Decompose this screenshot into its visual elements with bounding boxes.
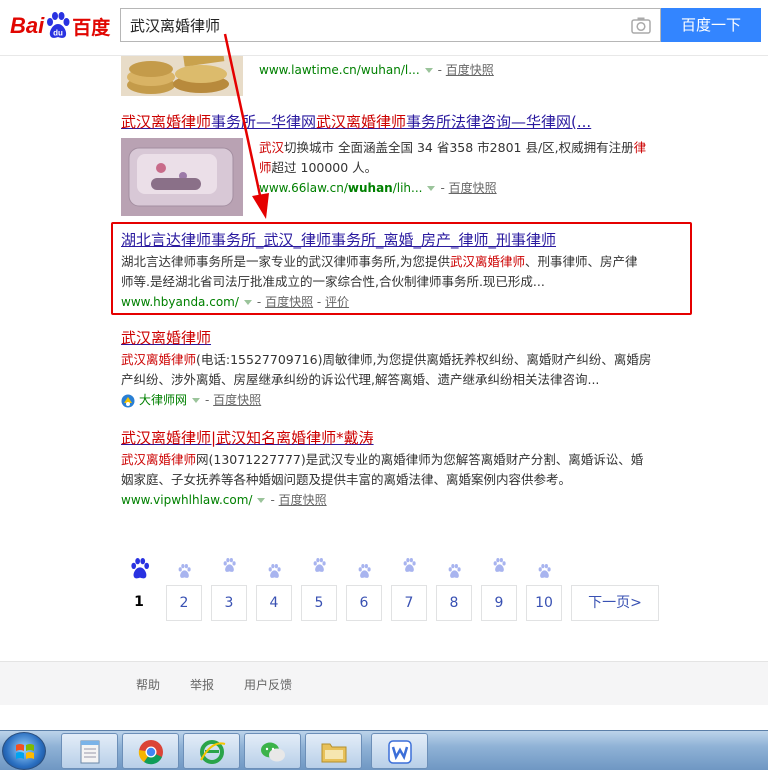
notepad-icon[interactable] — [61, 733, 118, 769]
site-favicon-icon — [121, 394, 135, 408]
result-title[interactable]: 湖北言达律师事务所_武汉_律师事务所_离婚_房产_律师_刑事律师 — [121, 230, 666, 250]
windows-taskbar — [0, 730, 768, 770]
result-description: 武汉切换城市 全面涵盖全国 34 省358 市2801 县/区,权威拥有注册律 … — [259, 140, 647, 175]
page-link[interactable]: 6 — [346, 585, 382, 621]
page-link[interactable]: 7 — [391, 585, 427, 621]
page-link[interactable]: 8 — [436, 585, 472, 621]
result-item: 武汉离婚律师事务所—华律网武汉离婚律师事务所法律咨询—华律网(... — [121, 112, 591, 132]
page-link[interactable]: 5 — [301, 585, 337, 621]
camera-icon[interactable] — [631, 16, 651, 34]
dropdown-caret-icon[interactable] — [424, 67, 433, 73]
baidu-paw-icon: du — [45, 12, 71, 40]
result-item-highlighted: 湖北言达律师事务所_武汉_律师事务所_离婚_房产_律师_刑事律师 湖北言达律师事… — [121, 230, 666, 312]
search-input[interactable] — [121, 9, 616, 41]
result-source[interactable]: 大律师网 - 百度快照 — [121, 390, 666, 410]
result-url-text[interactable]: www.lawtime.cn/wuhan/l... — [259, 63, 420, 77]
dropdown-caret-icon[interactable] — [427, 185, 436, 191]
paw-icon — [493, 558, 506, 572]
paw-icon — [403, 558, 416, 572]
result-description: 湖北言达律师事务所是一家专业的武汉律师事务所,为您提供武汉离婚律师、刑事律师、房… — [121, 254, 638, 289]
result-title[interactable]: 武汉离婚律师 — [121, 328, 666, 348]
page-link[interactable]: 10 — [526, 585, 562, 621]
pagination-paws — [0, 558, 768, 582]
snapshot-link[interactable]: 百度快照 — [265, 295, 313, 309]
next-page-button[interactable]: 下一页> — [571, 585, 659, 621]
page-link[interactable]: 4 — [256, 585, 292, 621]
page-current: 1 — [121, 585, 157, 621]
wps-icon[interactable] — [371, 733, 428, 769]
ie-icon[interactable] — [183, 733, 240, 769]
result-url[interactable]: www.lawtime.cn/wuhan/l... - 百度快照 — [259, 60, 494, 80]
result-title[interactable]: 武汉离婚律师|武汉知名离婚律师*戴涛 — [121, 428, 666, 448]
pagination: 1 2 3 4 5 6 7 8 9 10 下一页> — [0, 585, 768, 621]
paw-icon — [358, 564, 371, 578]
snapshot-link[interactable]: 百度快照 — [213, 393, 261, 407]
result-url[interactable]: www.hbyanda.com/- 百度快照 - 评价 — [121, 292, 666, 312]
snapshot-link[interactable]: 百度快照 — [449, 181, 497, 195]
chrome-icon[interactable] — [122, 733, 179, 769]
footer-feedback-link[interactable]: 用户反馈 — [244, 676, 292, 693]
wechat-icon[interactable] — [244, 733, 301, 769]
result-title[interactable]: 武汉离婚律师事务所—华律网武汉离婚律师事务所法律咨询—华律网(... — [121, 112, 591, 132]
result-description: 武汉离婚律师网(13071227777)是武汉专业的离婚律师为您解答离婚财产分割… — [121, 452, 644, 487]
page-link[interactable]: 9 — [481, 585, 517, 621]
search-box — [120, 8, 661, 42]
dropdown-caret-icon[interactable] — [243, 299, 252, 305]
result-item: 武汉离婚律师|武汉知名离婚律师*戴涛 武汉离婚律师网(13071227777)是… — [121, 428, 666, 510]
search-button[interactable]: 百度一下 — [661, 8, 761, 42]
dropdown-caret-icon[interactable] — [192, 397, 201, 403]
paw-icon — [268, 564, 281, 578]
dropdown-caret-icon[interactable] — [257, 497, 266, 503]
logo-chinese-text: 百度 — [72, 16, 111, 39]
paw-icon — [448, 564, 461, 578]
review-link[interactable]: 评价 — [325, 295, 349, 309]
page-link[interactable]: 3 — [211, 585, 247, 621]
paw-icon — [538, 564, 551, 578]
result-thumbnail-tin-box[interactable] — [121, 138, 243, 216]
start-orb-icon[interactable] — [2, 732, 46, 770]
snapshot-link[interactable]: 百度快照 — [279, 493, 327, 507]
folder-icon[interactable] — [305, 733, 362, 769]
paw-icon — [223, 558, 236, 572]
result-url[interactable]: www.66law.cn/wuhan/lih... - 百度快照 — [259, 178, 659, 198]
snapshot-link[interactable]: 百度快照 — [446, 63, 494, 77]
paw-current-icon — [131, 558, 150, 579]
footer-help-link[interactable]: 帮助 — [136, 676, 160, 693]
logo-bai-text: Bai — [10, 13, 45, 38]
paw-icon — [313, 558, 326, 572]
result-url[interactable]: www.vipwhlhlaw.com/- 百度快照 — [121, 490, 666, 510]
logo-du-text: du — [53, 29, 63, 38]
footer-report-link[interactable]: 举报 — [190, 676, 214, 693]
result-item: 武汉离婚律师 武汉离婚律师(电话:15527709716)周敏律师,为您提供离婚… — [121, 328, 666, 410]
paw-icon — [178, 564, 191, 578]
page-link[interactable]: 2 — [166, 585, 202, 621]
result-item-partial: www.lawtime.cn/wuhan/l... - 百度快照 — [259, 60, 494, 80]
result-description: 武汉离婚律师(电话:15527709716)周敏律师,为您提供离婚抚养权纠纷、离… — [121, 352, 652, 387]
baidu-logo[interactable]: Bai du 百度 — [10, 8, 110, 44]
search-header: Bai du 百度 百度一下 — [0, 0, 768, 56]
page-footer: 帮助 举报 用户反馈 — [0, 661, 768, 705]
result-item-body: 武汉切换城市 全面涵盖全国 34 省358 市2801 县/区,权威拥有注册律 … — [259, 138, 659, 198]
